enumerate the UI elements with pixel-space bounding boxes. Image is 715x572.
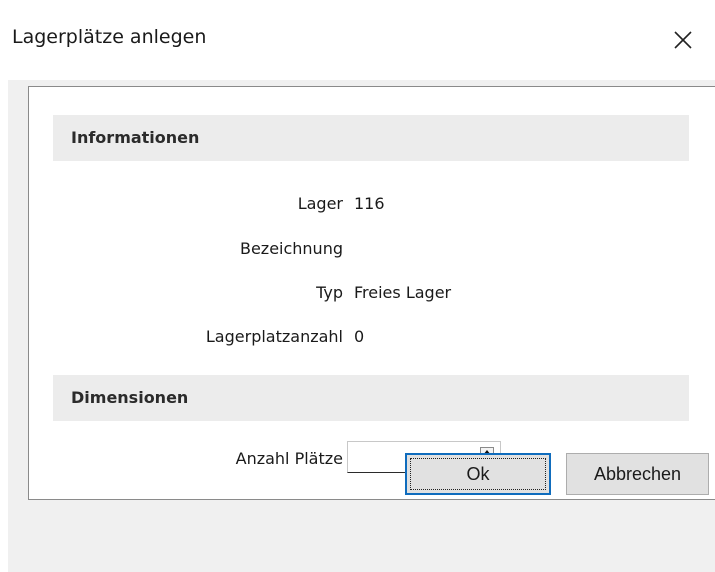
title-bar: Lagerplätze anlegen [0,0,715,80]
field-row-bezeichnung: Bezeichnung [29,239,715,263]
close-icon [674,31,692,49]
close-button[interactable] [661,18,705,62]
content-panel: Informationen Lager 116 Bezeichnung Typ … [28,86,715,500]
field-row-typ: Typ Freies Lager [29,283,715,307]
ok-button[interactable]: Ok [405,453,551,495]
section-header-dimensionen: Dimensionen [53,375,689,421]
field-label: Typ [316,283,343,302]
anzahl-plaetze-label: Anzahl Plätze [235,449,343,468]
dialog-body: Informationen Lager 116 Bezeichnung Typ … [8,80,715,572]
focus-rectangle [410,458,546,490]
field-label: Lagerplatzanzahl [205,327,343,346]
cancel-button[interactable]: Abbrechen [566,453,709,495]
window-title: Lagerplätze anlegen [12,26,207,48]
cancel-button-label: Abbrechen [593,463,682,484]
section-header-informationen: Informationen [53,115,689,161]
field-label: Lager [297,194,343,213]
field-value: 116 [354,194,385,213]
field-row-lager: Lager 116 [29,194,715,218]
field-label: Bezeichnung [239,239,343,258]
field-value: 0 [354,327,365,346]
field-row-lagerplatzanzahl: Lagerplatzanzahl 0 [29,327,715,351]
field-value: Freies Lager [354,283,452,302]
